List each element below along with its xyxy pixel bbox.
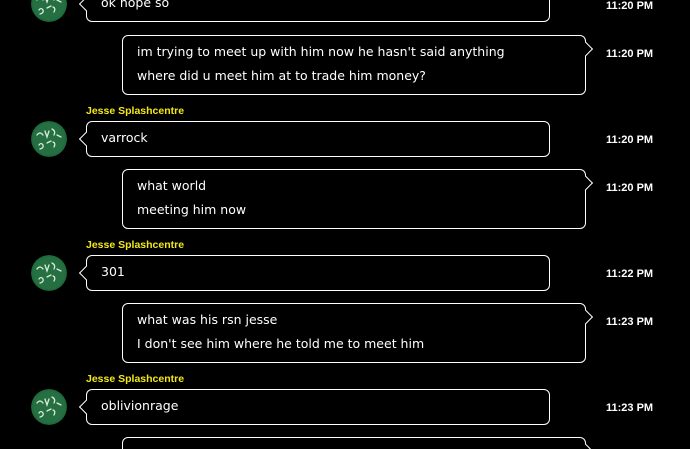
message-timestamp: 11:20 PM	[606, 134, 654, 146]
message-text: what was his rsn jesse	[137, 312, 278, 327]
sender-name[interactable]: Jesse Splashcentre	[86, 239, 184, 251]
green-chalkboard-avatar-icon	[31, 389, 67, 425]
message-timestamp: 11:23 PM	[606, 316, 654, 328]
message-bubble-outgoing[interactable]	[122, 437, 586, 449]
message-bubble-outgoing[interactable]: what world meeting him now	[122, 169, 586, 229]
message-text: I don't see him where he told me to meet…	[137, 336, 425, 351]
message-text: what world	[137, 178, 207, 193]
message-text: oblivionrage	[101, 398, 179, 413]
green-chalkboard-avatar-icon	[31, 0, 67, 22]
message-bubble-incoming[interactable]: 301	[86, 255, 550, 291]
avatar[interactable]	[31, 255, 67, 291]
message-timestamp: 11:20 PM	[606, 48, 654, 60]
message-timestamp: 11:22 PM	[606, 268, 654, 280]
green-chalkboard-avatar-icon	[31, 255, 67, 291]
sender-name[interactable]: Jesse Splashcentre	[86, 373, 184, 385]
green-chalkboard-avatar-icon	[31, 121, 67, 157]
avatar[interactable]	[31, 121, 67, 157]
message-timestamp: 11:20 PM	[606, 0, 654, 12]
avatar[interactable]	[31, 389, 67, 425]
message-timestamp: 11:20 PM	[606, 182, 654, 194]
message-text: where did u meet him at to trade him mon…	[137, 68, 426, 83]
message-text: im trying to meet up with him now he has…	[137, 44, 505, 59]
sender-name[interactable]: Jesse Splashcentre	[86, 105, 184, 117]
avatar[interactable]	[31, 0, 67, 22]
message-timestamp: 11:23 PM	[606, 402, 654, 414]
message-bubble-incoming[interactable]: oblivionrage	[86, 389, 550, 425]
message-bubble-outgoing[interactable]: im trying to meet up with him now he has…	[122, 35, 586, 95]
message-text: ok hope so	[101, 0, 170, 10]
message-bubble-incoming[interactable]: varrock	[86, 121, 550, 157]
message-text: meeting him now	[137, 202, 247, 217]
message-text: varrock	[101, 130, 148, 145]
message-text: 301	[101, 264, 125, 279]
chat-transcript: ok hope so 11:20 PM im trying to meet up…	[0, 0, 690, 449]
message-bubble-incoming[interactable]: ok hope so	[86, 0, 550, 22]
message-bubble-outgoing[interactable]: what was his rsn jesse I don't see him w…	[122, 303, 586, 363]
